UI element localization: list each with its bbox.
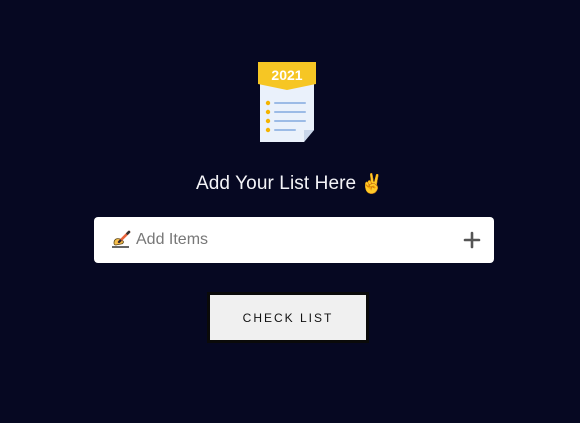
list-line — [274, 120, 306, 122]
todo-app: 2021 Add Your List Here✌️ CHECK LIST — [0, 0, 580, 423]
add-item-field — [94, 217, 494, 263]
list-line — [274, 129, 296, 131]
bullet-dot — [265, 100, 271, 106]
add-item-input[interactable] — [136, 217, 446, 263]
writing-hand-icon — [112, 230, 131, 248]
checklist-document-icon: 2021 — [258, 62, 316, 142]
page-heading: Add Your List Here ✌️ — [0, 171, 580, 197]
check-list-button[interactable]: CHECK LIST — [207, 292, 369, 343]
list-line — [274, 102, 306, 104]
page-fold — [304, 130, 314, 142]
year-label: 2021 — [271, 67, 302, 83]
heading-text: Add Your List Here — [195, 173, 357, 194]
bullet-dot — [265, 127, 271, 133]
bullet-dot — [265, 109, 271, 115]
bullet-dot — [265, 118, 271, 124]
victory-hand-icon: ✌️ — [360, 174, 384, 195]
plus-icon[interactable] — [458, 226, 486, 254]
list-line — [274, 111, 306, 113]
